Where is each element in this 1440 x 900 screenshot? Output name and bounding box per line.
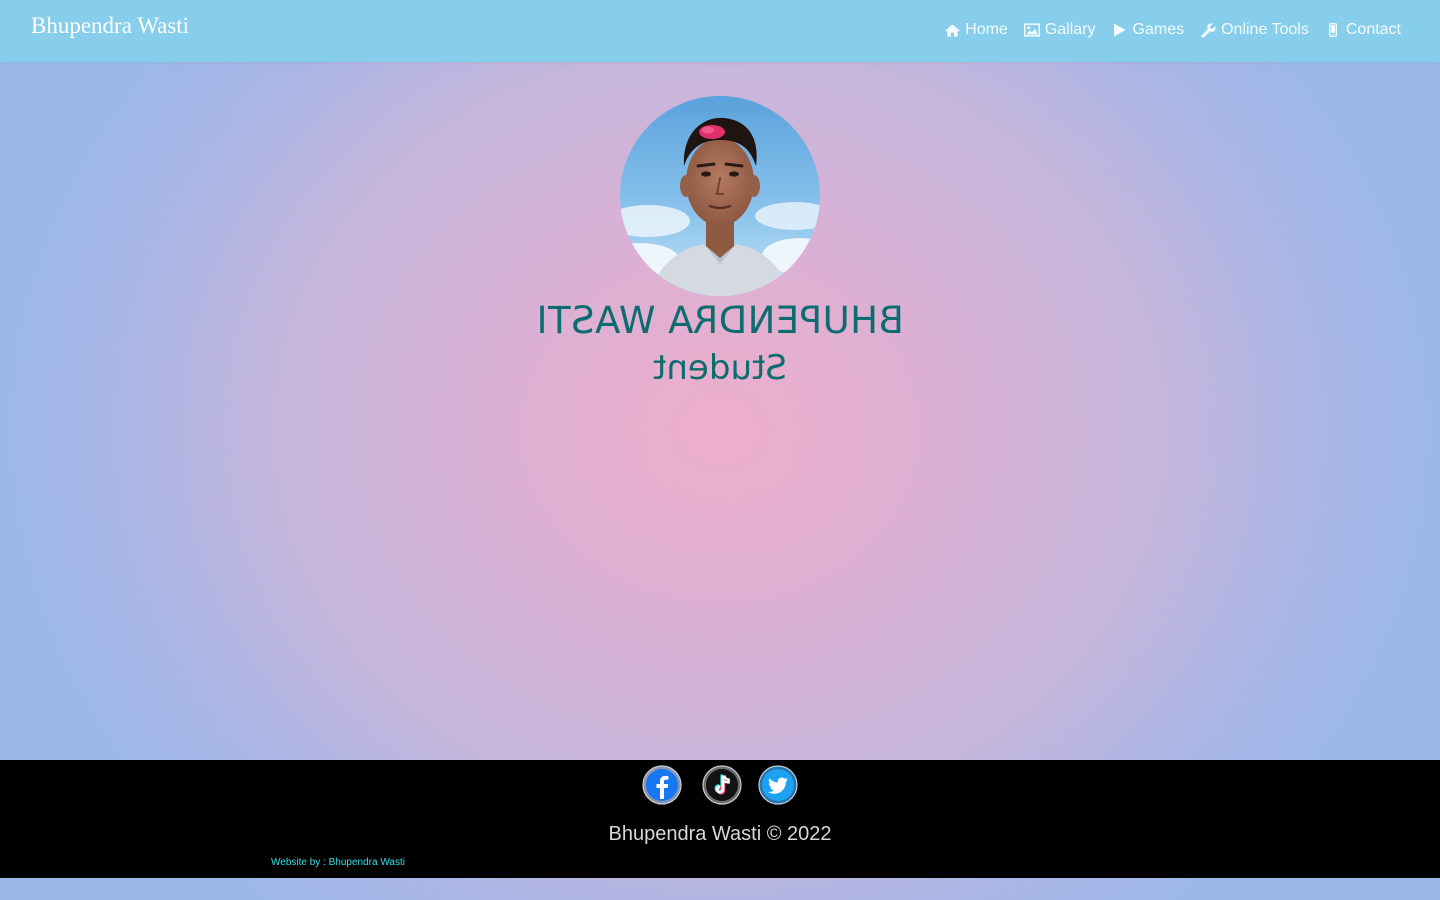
navbar: Bhupendra Wasti Home Gallary Games Onlin… xyxy=(0,0,1440,62)
nav-link-contact[interactable]: Contact xyxy=(1325,21,1401,39)
website-credit-link[interactable]: Website by : Bhupendra Wasti xyxy=(271,857,405,869)
profile-photo xyxy=(620,96,820,296)
facebook-link[interactable] xyxy=(642,765,682,805)
facebook-icon xyxy=(642,765,682,805)
nav-link-contact-label: Contact xyxy=(1345,21,1401,38)
tiktok-icon xyxy=(702,765,742,805)
copyright-text: Bhupendra Wasti © 2022 xyxy=(608,823,832,845)
nav-links: Home Gallary Games Online Tools Contact xyxy=(944,21,1401,39)
twitter-link[interactable] xyxy=(758,765,798,805)
twitter-icon xyxy=(758,765,798,805)
nav-link-gallary-label: Gallary xyxy=(1044,21,1096,38)
nav-link-online-tools[interactable]: Online Tools xyxy=(1200,21,1309,39)
profile-role: Student xyxy=(653,348,787,388)
nav-link-gallary[interactable]: Gallary xyxy=(1023,21,1096,39)
nav-link-games[interactable]: Games xyxy=(1112,21,1185,39)
wrench-icon xyxy=(1200,22,1216,38)
tiktok-link[interactable] xyxy=(702,765,742,805)
play-icon xyxy=(1112,22,1128,38)
site-brand[interactable]: Bhupendra Wasti xyxy=(31,13,189,39)
nav-link-home-label: Home xyxy=(965,21,1008,38)
nav-link-home[interactable]: Home xyxy=(944,21,1008,39)
profile-avatar xyxy=(620,96,820,296)
nav-link-games-label: Games xyxy=(1132,21,1185,38)
home-icon xyxy=(944,22,960,38)
image-icon xyxy=(1023,22,1040,38)
profile-name: BHUPENDRA WASTI xyxy=(536,299,904,342)
footer: Bhupendra Wasti © 2022 Website by : Bhup… xyxy=(0,760,1440,878)
nav-link-online-tools-label: Online Tools xyxy=(1221,21,1309,38)
mobile-icon xyxy=(1325,22,1341,38)
